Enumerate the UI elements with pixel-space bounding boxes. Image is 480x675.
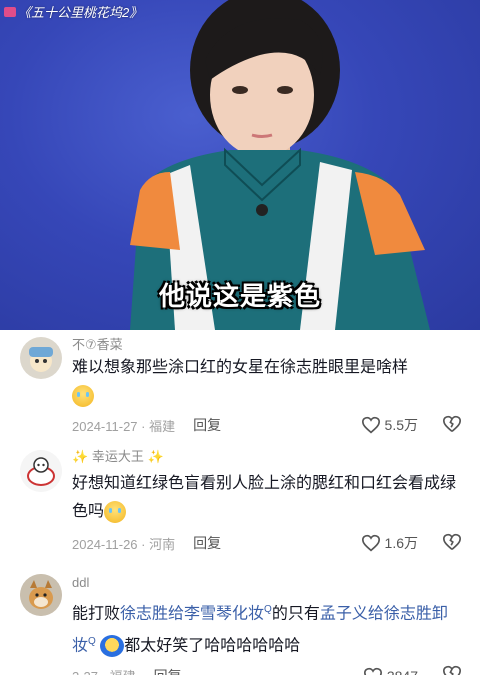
heart-outline-icon xyxy=(363,667,382,675)
broken-heart-icon xyxy=(442,665,462,675)
comment-meta: 2-27 · 福建 回复 3847 xyxy=(72,665,480,675)
avatar[interactable] xyxy=(20,450,62,492)
search-link[interactable]: 徐志胜给李雪琴化妆 xyxy=(120,605,264,622)
crying-emoji-icon xyxy=(104,500,127,523)
video-subtitle: 他说这是紫色 xyxy=(158,281,321,311)
comment-text: 难以想象那些涂口红的女星在徐志胜眼里是啥样 xyxy=(72,354,480,410)
like-count: 3847 xyxy=(387,668,418,675)
comment-text: 能打败徐志胜给李雪琴化妆Q的只有孟子义给徐志胜卸妆Q 都太好笑了哈哈哈哈哈哈 xyxy=(72,596,480,661)
search-icon[interactable]: Q xyxy=(88,636,96,647)
search-icon[interactable]: Q xyxy=(264,604,272,615)
dislike-button[interactable] xyxy=(442,665,462,675)
comment-meta: 2024-11-26 · 河南 回复 1.6万 xyxy=(72,532,480,554)
comment-text-content: 能打败 xyxy=(72,605,121,623)
crying-emoji-icon xyxy=(72,384,94,407)
reply-button[interactable]: 回复 xyxy=(193,415,221,435)
like-button[interactable]: 1.6万 xyxy=(361,533,418,553)
comment-username[interactable]: 不⑦香菜 xyxy=(72,336,480,354)
comment-date-location: 2-27 · 福建 xyxy=(72,666,136,675)
comment-username-text: 幸运大王 xyxy=(91,449,144,464)
dislike-button[interactable] xyxy=(442,533,462,554)
video-player[interactable]: 《五十公里桃花坞2》 他说这是紫色 xyxy=(0,0,480,330)
comment-text: 好想知道红绿色盲看别人脸上涂的腮红和口红会看成绿色吗 xyxy=(72,470,480,526)
comment-text-content: 难以想象那些涂口红的女星在徐志胜眼里是啥样 xyxy=(72,359,409,376)
comment-text-content: 都太好笑了哈哈哈哈哈哈 xyxy=(124,637,301,655)
comment-item: ddl 能打败徐志胜给李雪琴化妆Q的只有孟子义给徐志胜卸妆Q 都太好笑了哈哈哈哈… xyxy=(0,568,480,675)
laughing-emoji-icon xyxy=(100,635,125,658)
heart-outline-icon xyxy=(361,534,380,552)
comment-username[interactable]: ✨ 幸运大王 ✨ xyxy=(72,448,480,466)
comment-date-location: 2024-11-26 · 河南 xyxy=(72,536,176,552)
sparkle-icon: ✨ xyxy=(147,449,164,464)
reply-button[interactable]: 回复 xyxy=(193,533,221,553)
broken-heart-icon xyxy=(442,533,462,550)
comment-text-content: 的只有 xyxy=(271,605,320,623)
like-count: 1.6万 xyxy=(384,535,418,551)
avatar[interactable] xyxy=(20,574,62,616)
like-count: 5.5万 xyxy=(384,417,418,433)
comment-meta: 2024-11-27 · 福建 回复 5.5万 xyxy=(72,414,480,436)
like-button[interactable]: 5.5万 xyxy=(361,415,418,435)
comment-item: 不⑦香菜 难以想象那些涂口红的女星在徐志胜眼里是啥样 2024-11-27 · … xyxy=(0,330,480,448)
comment-list: 不⑦香菜 难以想象那些涂口红的女星在徐志胜眼里是啥样 2024-11-27 · … xyxy=(0,330,480,675)
dislike-button[interactable] xyxy=(442,415,462,436)
comment-item: ✨ 幸运大王 ✨ 好想知道红绿色盲看别人脸上涂的腮红和口红会看成绿色吗 2024… xyxy=(0,448,480,568)
like-button[interactable]: 3847 xyxy=(363,667,418,675)
comment-username[interactable]: ddl xyxy=(72,574,480,592)
broken-heart-icon xyxy=(442,415,462,432)
comment-text-content: 好想知道红绿色盲看别人脸上涂的腮红和口红会看成绿色吗 xyxy=(72,475,457,520)
sparkle-icon: ✨ xyxy=(72,449,89,464)
avatar[interactable] xyxy=(20,337,62,379)
reply-button[interactable]: 回复 xyxy=(154,666,182,675)
comment-date-location: 2024-11-27 · 福建 xyxy=(72,418,176,434)
heart-outline-icon xyxy=(361,416,380,434)
